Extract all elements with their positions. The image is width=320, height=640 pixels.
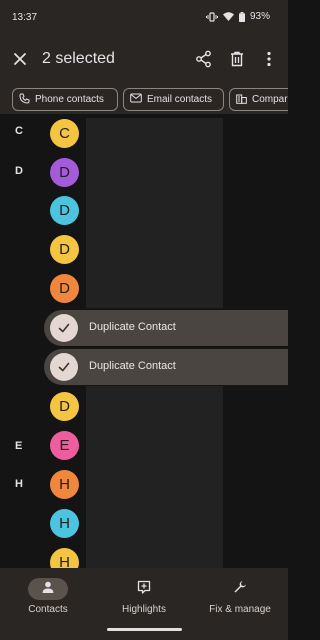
chip-email-contacts[interactable]: Email contacts [123,88,224,111]
status-bar: 13:37 93% [0,0,288,34]
battery-icon [238,11,245,22]
more-vert-icon[interactable] [259,49,279,69]
redacted-names [86,118,223,308]
avatar-initial: H [59,515,70,532]
avatar-initial: D [59,164,70,181]
selection-count-title: 2 selected [42,50,115,67]
filter-chip-row: Phone contacts Email contacts Compar [0,84,288,114]
contact-avatar[interactable]: D [50,235,79,264]
redacted-names [86,386,223,568]
chip-label: Email contacts [147,94,213,105]
share-icon[interactable] [194,49,214,69]
avatar-initial: H [59,476,70,493]
section-letter: C [15,125,23,137]
phone-icon [19,93,35,107]
contact-avatar[interactable]: D [50,274,79,303]
contact-avatar[interactable]: C [50,119,79,148]
nav-label: Fix & manage [209,604,271,615]
nav-active-indicator [28,578,68,600]
person-icon [41,580,55,599]
email-icon [130,93,147,106]
section-letter: E [15,440,23,452]
wifi-icon [222,12,234,21]
section-letter: H [15,478,23,490]
contact-avatar[interactable]: E [50,431,79,460]
check-icon [50,314,78,342]
selected-contact-row[interactable]: Duplicate Contact [44,310,288,346]
check-icon [50,353,78,381]
highlights-icon [137,580,151,599]
selected-contact-row[interactable]: Duplicate Contact [44,349,288,385]
nav-label: Contacts [28,604,68,615]
avatar-initial: D [59,280,70,297]
avatar-initial: D [59,202,70,219]
nav-highlights[interactable]: Highlights [96,568,192,628]
battery-level: 93% [249,11,270,22]
status-icons: 93% [205,11,270,22]
nav-icon-container [124,578,164,600]
avatar-initial: C [59,125,70,142]
chip-company[interactable]: Compar [229,88,288,111]
contact-avatar[interactable]: H [50,548,79,568]
contact-name: Duplicate Contact [89,321,176,333]
nav-icon-container [220,578,260,600]
gesture-handle[interactable] [107,628,182,631]
delete-icon[interactable] [227,49,247,69]
close-icon[interactable] [10,49,30,69]
nav-fix-manage[interactable]: Fix & manage [192,568,288,628]
avatar-initial: H [59,554,70,568]
contact-avatar[interactable]: H [50,470,79,499]
contact-name: Duplicate Contact [89,360,176,372]
contact-list: C D E H C D D D D Duplicate Contact Dupl… [0,114,288,568]
contact-avatar[interactable]: D [50,196,79,225]
status-time: 13:37 [12,12,38,23]
vibrate-icon [205,11,218,22]
avatar-initial: E [59,437,70,454]
avatar-initial: D [59,398,70,415]
company-icon [236,93,252,107]
section-letter: D [15,165,23,177]
chip-phone-contacts[interactable]: Phone contacts [12,88,118,111]
contact-avatar[interactable]: H [50,509,79,538]
avatar-initial: D [59,241,70,258]
contact-avatar[interactable]: D [50,158,79,187]
chip-label: Phone contacts [35,94,104,105]
nav-label: Highlights [122,604,166,615]
contact-avatar[interactable]: D [50,392,79,421]
selection-app-bar: 2 selected [0,34,288,84]
chip-label: Compar [252,94,288,105]
wrench-icon [233,580,247,599]
nav-contacts[interactable]: Contacts [0,568,96,628]
